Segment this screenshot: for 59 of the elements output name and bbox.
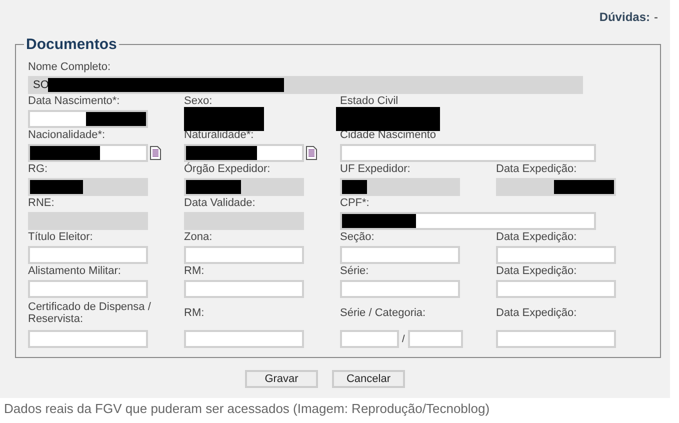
text-field[interactable]: [340, 178, 460, 196]
field-label: RG:: [28, 163, 49, 175]
field-label: UF Expedidor:: [340, 163, 412, 175]
text-field[interactable]: [184, 246, 304, 264]
text-field[interactable]: [184, 280, 304, 298]
text-field[interactable]: [340, 144, 596, 162]
section-title: Documentos: [25, 36, 118, 53]
text-field[interactable]: [496, 178, 616, 196]
field-label: Título Eleitor:: [28, 231, 94, 243]
text-field[interactable]: [28, 280, 148, 298]
text-field[interactable]: [340, 212, 596, 230]
document-icon[interactable]: [150, 146, 161, 160]
separator-text: /: [402, 334, 405, 344]
field-label: Alistamento Militar:: [28, 265, 122, 277]
text-field[interactable]: [496, 246, 616, 264]
field-label: Nacionalidade*:: [28, 129, 106, 141]
field-label: Data Expedição:: [496, 306, 578, 321]
text-field[interactable]: [408, 330, 463, 348]
text-field[interactable]: [340, 280, 460, 298]
field-label: Data Expedição:: [496, 231, 578, 243]
text-field[interactable]: [496, 330, 616, 348]
text-field[interactable]: SO: [28, 76, 583, 94]
field-label: Zona:: [184, 231, 214, 243]
text-field[interactable]: [28, 212, 148, 230]
text-field[interactable]: [340, 246, 460, 264]
field-label: Data Nascimento*:: [28, 95, 121, 107]
field-label: Estado Civil: [340, 95, 400, 107]
help-label: Dúvidas:: [599, 10, 650, 24]
field-label: Série:: [340, 265, 370, 277]
image-caption: Dados reais da FGV que puderam ser acessados (Imagem: Reprodução/Tecnoblog): [3, 400, 491, 416]
field-label: Data Validade:: [184, 197, 256, 209]
text-field[interactable]: [28, 178, 148, 196]
help-value: -: [654, 10, 658, 24]
field-label: Data Expedição:: [496, 265, 578, 277]
field-label: Órgão Expedidor:: [184, 163, 272, 175]
form-button[interactable]: Gravar: [245, 370, 318, 388]
field-label: CPF*:: [340, 197, 370, 209]
field-label: RM:: [184, 306, 206, 321]
document-icon[interactable]: [306, 146, 317, 160]
field-label: Seção:: [340, 231, 376, 243]
field-label: RM:: [184, 265, 206, 277]
field-label: Nome Completo:: [28, 61, 112, 73]
field-label: Naturalidade*:: [184, 129, 255, 141]
field-label: Data Expedição:: [496, 163, 578, 175]
text-field[interactable]: [496, 280, 616, 298]
text-field[interactable]: [184, 330, 304, 348]
field-label: Sexo:: [184, 95, 214, 107]
form-button[interactable]: Cancelar: [332, 370, 405, 388]
text-field[interactable]: [340, 330, 399, 348]
text-field[interactable]: [28, 246, 148, 264]
text-field[interactable]: [28, 110, 148, 128]
text-field[interactable]: [184, 144, 304, 162]
text-field[interactable]: [28, 144, 148, 162]
text-field[interactable]: [184, 212, 304, 230]
field-label: Certificado de Dispensa / Reservista:: [28, 300, 152, 327]
field-label: RNE:: [28, 197, 56, 209]
text-field[interactable]: [28, 330, 148, 348]
text-field[interactable]: [184, 178, 304, 196]
field-label: Série / Categoria:: [340, 306, 427, 321]
